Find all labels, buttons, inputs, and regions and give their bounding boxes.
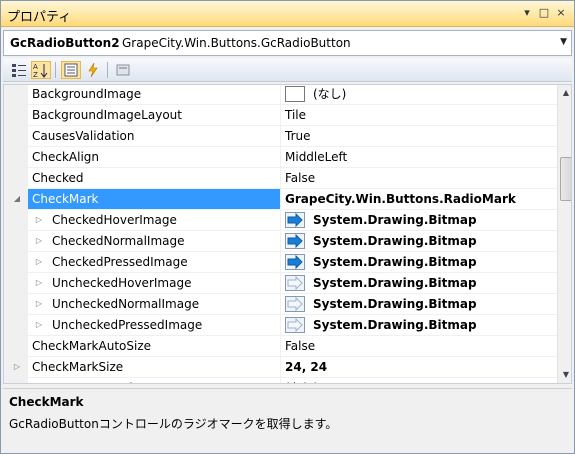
toolbar: AZ <box>3 58 572 82</box>
property-row[interactable]: CheckMarkAutoSize False <box>4 336 557 357</box>
description-pane: CheckMark GcRadioButtonコントロールのラジオマークを取得し… <box>3 388 572 451</box>
events-icon[interactable] <box>83 61 103 79</box>
property-value: GrapeCity.Win.Buttons.RadioMark <box>285 192 516 206</box>
property-value: System.Drawing.Bitmap <box>313 318 477 332</box>
property-value-cell[interactable]: False <box>281 168 557 189</box>
image-swatch-icon <box>285 85 305 102</box>
property-grid: BackgroundImage (なし) BackgroundImageLayout… <box>3 84 572 384</box>
property-value: False <box>285 339 316 353</box>
svg-text:Z: Z <box>33 71 38 78</box>
object-type: GrapeCity.Win.Buttons.GcRadioButton <box>122 36 351 50</box>
scroll-down-icon[interactable]: ▼ <box>558 367 571 383</box>
property-value-cell[interactable]: System.Drawing.Bitmap <box>281 294 557 315</box>
alphabetical-icon[interactable]: AZ <box>31 61 51 79</box>
property-name[interactable]: UncheckedHoverImage <box>28 273 281 294</box>
arrow-bitmap-icon <box>285 232 305 249</box>
property-name[interactable]: UncheckedPressedImage <box>28 315 281 336</box>
property-row[interactable]: ▷ CheckedPressedImage System.Drawing.Bitma… <box>4 252 557 273</box>
maximize-icon[interactable]: □ <box>537 6 551 20</box>
property-name[interactable]: CheckedHoverImage <box>28 210 281 231</box>
title-bar: プロパティ ▾ □ × <box>1 1 574 27</box>
collapse-icon[interactable]: ◢ <box>12 194 22 203</box>
property-row[interactable]: ▷ CheckedHoverImage System.Drawing.Bitmap <box>4 210 557 231</box>
property-name[interactable]: Checked <box>28 168 281 189</box>
property-value-cell[interactable]: False <box>281 336 557 357</box>
expand-icon[interactable]: ▷ <box>12 362 22 371</box>
property-name[interactable]: CheckMarkSize <box>28 357 281 378</box>
property-value: True <box>285 129 311 143</box>
scroll-thumb[interactable] <box>560 157 571 201</box>
property-row[interactable]: ▷ UncheckedPressedImage System.Drawing.Bit… <box>4 315 557 336</box>
property-value-cell[interactable]: System.Drawing.Bitmap <box>281 231 557 252</box>
property-value: False <box>285 171 316 185</box>
pin-dropdown-icon[interactable]: ▾ <box>520 6 534 20</box>
property-row[interactable]: BackgroundImageLayout Tile <box>4 105 557 126</box>
property-row[interactable]: ContextMenuStrip (なし) <box>4 378 557 383</box>
property-name[interactable]: ContextMenuStrip <box>28 378 281 383</box>
property-value-cell[interactable]: GrapeCity.Win.Buttons.RadioMark <box>281 189 557 210</box>
vertical-scrollbar[interactable]: ▲ ▼ <box>557 85 571 383</box>
property-value: System.Drawing.Bitmap <box>313 255 477 269</box>
property-value: System.Drawing.Bitmap <box>313 234 477 248</box>
property-value-cell[interactable]: System.Drawing.Bitmap <box>281 252 557 273</box>
property-row[interactable]: CausesValidation True <box>4 126 557 147</box>
property-name[interactable]: CheckedPressedImage <box>28 252 281 273</box>
property-value-cell[interactable]: Tile <box>281 105 557 126</box>
properties-window: プロパティ ▾ □ × GcRadioButton2 GrapeCity.Win… <box>0 0 575 454</box>
property-value: System.Drawing.Bitmap <box>313 297 477 311</box>
property-row[interactable]: ◢ CheckMark GrapeCity.Win.Buttons.RadioMar… <box>4 189 557 210</box>
property-value-cell[interactable]: System.Drawing.Bitmap <box>281 273 557 294</box>
object-selector[interactable]: GcRadioButton2 GrapeCity.Win.Buttons.GcR… <box>3 30 572 56</box>
property-row[interactable]: ▷ UncheckedNormalImage System.Drawing.Bitm… <box>4 294 557 315</box>
arrow-bitmap-icon <box>285 211 305 228</box>
property-name[interactable]: CheckMark <box>28 189 281 210</box>
property-value: System.Drawing.Bitmap <box>313 213 477 227</box>
property-name[interactable]: UncheckedNormalImage <box>28 294 281 315</box>
property-row[interactable]: ▷ CheckedNormalImage System.Drawing.Bitmap <box>4 231 557 252</box>
property-pages-icon[interactable] <box>113 61 133 79</box>
property-value-cell[interactable]: System.Drawing.Bitmap <box>281 210 557 231</box>
property-value: (なし) <box>285 381 318 383</box>
property-name[interactable]: CheckMarkAutoSize <box>28 336 281 357</box>
property-name[interactable]: CausesValidation <box>28 126 281 147</box>
property-value-cell[interactable]: 24, 24 <box>281 357 557 378</box>
property-value: 24, 24 <box>285 360 328 374</box>
empty-arrow-bitmap-icon <box>285 274 305 291</box>
description-text: GcRadioButtonコントロールのラジオマークを取得します。 <box>9 417 338 431</box>
chevron-down-icon[interactable]: ▼ <box>560 37 567 47</box>
object-name: GcRadioButton2 <box>10 36 120 50</box>
window-title: プロパティ <box>7 10 72 25</box>
property-value-cell[interactable]: True <box>281 126 557 147</box>
property-value: (なし) <box>313 87 347 101</box>
property-value: System.Drawing.Bitmap <box>313 276 477 290</box>
property-value-cell[interactable]: System.Drawing.Bitmap <box>281 315 557 336</box>
scroll-up-icon[interactable]: ▲ <box>558 85 571 101</box>
property-name[interactable]: BackgroundImage <box>28 85 281 105</box>
property-value-cell[interactable]: (なし) <box>281 378 557 383</box>
property-row[interactable]: ▷ CheckMarkSize 24, 24 <box>4 357 557 378</box>
close-icon[interactable]: × <box>554 6 568 20</box>
property-name[interactable]: CheckedNormalImage <box>28 231 281 252</box>
property-value-cell[interactable]: MiddleLeft <box>281 147 557 168</box>
description-title: CheckMark <box>9 395 84 409</box>
empty-arrow-bitmap-icon <box>285 316 305 333</box>
property-name[interactable]: CheckAlign <box>28 147 281 168</box>
property-row[interactable]: CheckAlign MiddleLeft <box>4 147 557 168</box>
property-value-cell[interactable]: (なし) <box>281 85 557 105</box>
property-row[interactable]: BackgroundImage (なし) <box>4 85 557 105</box>
property-value: Tile <box>285 108 307 122</box>
arrow-bitmap-icon <box>285 253 305 270</box>
svg-text:A: A <box>33 63 38 71</box>
empty-arrow-bitmap-icon <box>285 295 305 312</box>
property-row[interactable]: Checked False <box>4 168 557 189</box>
properties-icon[interactable] <box>61 61 81 79</box>
property-row[interactable]: ▷ UncheckedHoverImage System.Drawing.Bitma… <box>4 273 557 294</box>
categorized-icon[interactable] <box>9 61 29 79</box>
property-name[interactable]: BackgroundImageLayout <box>28 105 281 126</box>
property-value: MiddleLeft <box>285 150 348 164</box>
